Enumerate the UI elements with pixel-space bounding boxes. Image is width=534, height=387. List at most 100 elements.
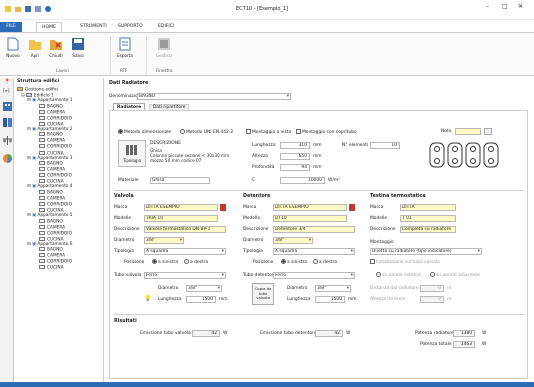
salva-button[interactable]: Salva (69, 37, 87, 58)
radiator-icon (126, 145, 137, 155)
detentore-lung-input[interactable]: 1500 (315, 296, 345, 303)
checkbox-box (246, 129, 251, 134)
detentore-modello-label: Modello (243, 216, 261, 221)
distanza-input[interactable]: 0 (420, 285, 444, 292)
profondita-unit: mm (313, 165, 322, 170)
minimize-button[interactable]: – (486, 3, 489, 10)
balance-icon[interactable] (3, 136, 12, 145)
tubo-valvola-select[interactable]: Ferro (144, 272, 226, 279)
tab-edifici[interactable]: EDIFICI (158, 24, 174, 29)
nuovo-button[interactable]: Nuovo (4, 37, 22, 58)
detentore-pos-sinistra-radio[interactable]: a sinistra (281, 259, 307, 266)
profondita-input[interactable]: 94 (280, 164, 310, 171)
folder-icon[interactable] (15, 6, 21, 12)
lunghezza-input[interactable]: 310 (280, 142, 310, 149)
parete-adiacente-radio[interactable]: su parete adiacente (430, 272, 480, 279)
note-button[interactable] (484, 128, 492, 135)
install-tubo-checkbox[interactable]: Installazione sul tubo valvola (370, 259, 440, 266)
montaggio-vista-checkbox[interactable]: Montaggio a vista (246, 129, 291, 136)
tab-home[interactable]: HOME (36, 22, 62, 32)
disk-icon[interactable] (35, 6, 41, 12)
collapse-icon[interactable]: [≡] (3, 88, 9, 93)
method-dimensional-radio[interactable]: Metodo dimensionale (118, 129, 171, 136)
montaggio-copritubo-checkbox[interactable]: Montaggio con copritubo (296, 129, 357, 136)
valvola-book-icon[interactable] (220, 204, 226, 211)
building-icon[interactable] (3, 102, 12, 111)
testina-modello-input[interactable]: T 01 (400, 215, 456, 222)
help-icon[interactable] (45, 6, 51, 12)
save-disk-icon (72, 38, 84, 50)
room-icon (39, 132, 45, 137)
c-input[interactable]: 10000 (280, 177, 325, 184)
valvola-modello-input[interactable]: TRIA 10 (144, 215, 218, 222)
gestisci-button[interactable]: Gestisci (152, 37, 176, 58)
testina-descr-input[interactable]: Completa su radiatore (400, 226, 456, 233)
detentore-book-icon[interactable] (349, 204, 355, 211)
altezza-terra-input[interactable]: 0 (420, 296, 444, 303)
checkbox-box (370, 259, 375, 264)
tree-panel: Struttura edifici Gestione edifici ⊟ Edif… (15, 78, 104, 383)
detentore-diametro-select[interactable]: 3/8" (273, 237, 313, 244)
tubo-detentore-select[interactable]: Ferro (273, 272, 355, 279)
group-finestra-label: Finestra (156, 68, 173, 73)
checkbox-box (296, 129, 301, 134)
pin-icon[interactable]: 📍 (4, 79, 10, 85)
chiudi-button[interactable]: Chiudi (47, 37, 65, 58)
detentore-descr-input[interactable]: Detentore 3/4 (273, 226, 355, 233)
esporta-button[interactable]: Esporta (114, 37, 136, 58)
room-icon (39, 253, 45, 258)
valvola-lung-label: Lunghezza (158, 297, 182, 302)
valvola-diametro-select[interactable]: 3/8" (144, 237, 184, 244)
testina-descr-label: Descrizione (370, 227, 396, 232)
save-icon[interactable] (25, 6, 31, 12)
altezza-input[interactable]: 650 (280, 153, 310, 160)
note-input[interactable] (455, 128, 481, 135)
montaggio-select[interactable]: Diretto su radiatore (tipo indicatore) (370, 248, 482, 255)
books-icon[interactable] (3, 118, 12, 127)
potenza-totale-unit: W (482, 342, 487, 347)
detentore-tipologia-select[interactable]: A squadra (273, 248, 355, 255)
apri-button[interactable]: Apri (26, 37, 44, 58)
valvola-tipologia-label: Tipologia (114, 249, 134, 254)
valvola-tipologia-select[interactable]: A squadra (144, 248, 226, 255)
testina-marca-input[interactable]: DITTA (400, 204, 456, 211)
method-uni-radio[interactable]: Metodo UNI EN 442-2 (180, 129, 233, 136)
close-button[interactable]: ✕ (518, 3, 523, 10)
radio-circle (376, 272, 381, 277)
valvola-marca-input[interactable]: DITTA ESEMPIO (144, 204, 218, 211)
detentore-diam2-select[interactable]: 3/8" (315, 285, 351, 292)
radio-circle (184, 259, 189, 264)
detentore-modello-input[interactable]: DT10 (273, 215, 347, 222)
tab-file[interactable]: FILE (0, 22, 22, 32)
copia-tubo-button[interactable]: Copia da tubo valvola (252, 283, 274, 305)
window-title: EC710 - [Esempio_1] (236, 6, 289, 12)
materiale-input[interactable]: Ghisa (150, 177, 210, 184)
tubo-detentore-label: Tubo detentore (243, 273, 277, 278)
valvola-pos-destra-radio[interactable]: a destra (184, 259, 208, 266)
detentore-tipologia-label: Tipologia (243, 249, 263, 254)
parete-esterna-radio[interactable]: su parete esterna (376, 272, 421, 279)
valvola-lung-input[interactable]: 1500 (186, 296, 216, 303)
elementi-input[interactable]: 10 (370, 142, 400, 149)
tipologia-button[interactable]: Tipologia (118, 140, 146, 167)
valvola-pos-sinistra-radio[interactable]: a sinistra (152, 259, 178, 266)
detentore-pos-destra-radio[interactable]: a destra (313, 259, 337, 266)
maximize-button[interactable]: □ (502, 3, 508, 10)
valvola-descr-input[interactable]: Valvola termostatica DN BP-1 (144, 226, 226, 233)
room-icon (39, 121, 45, 126)
room-icon (39, 236, 45, 241)
room-icon (39, 247, 45, 252)
denominazione-input[interactable]: BAGNO (137, 93, 291, 100)
tab-radiatore[interactable]: Radiatore (113, 103, 146, 110)
panel-title: Dati Radiatore (109, 81, 149, 86)
tab-strumenti[interactable]: STRUMENTI (80, 24, 107, 29)
detentore-marca-input[interactable]: DITTA ESEMPIO (273, 204, 347, 211)
lunghezza-label: Lunghezza (252, 143, 276, 148)
room-icon (39, 167, 45, 172)
room-icon (39, 195, 45, 200)
detentore-diam2-label: Diametro (287, 286, 308, 291)
color-wheel-icon[interactable] (3, 154, 12, 163)
valvola-diam2-select[interactable]: 3/8" (186, 285, 222, 292)
tab-supporto[interactable]: SUPPORTO (118, 24, 143, 29)
testina-title: Testina termostatica (370, 194, 426, 199)
